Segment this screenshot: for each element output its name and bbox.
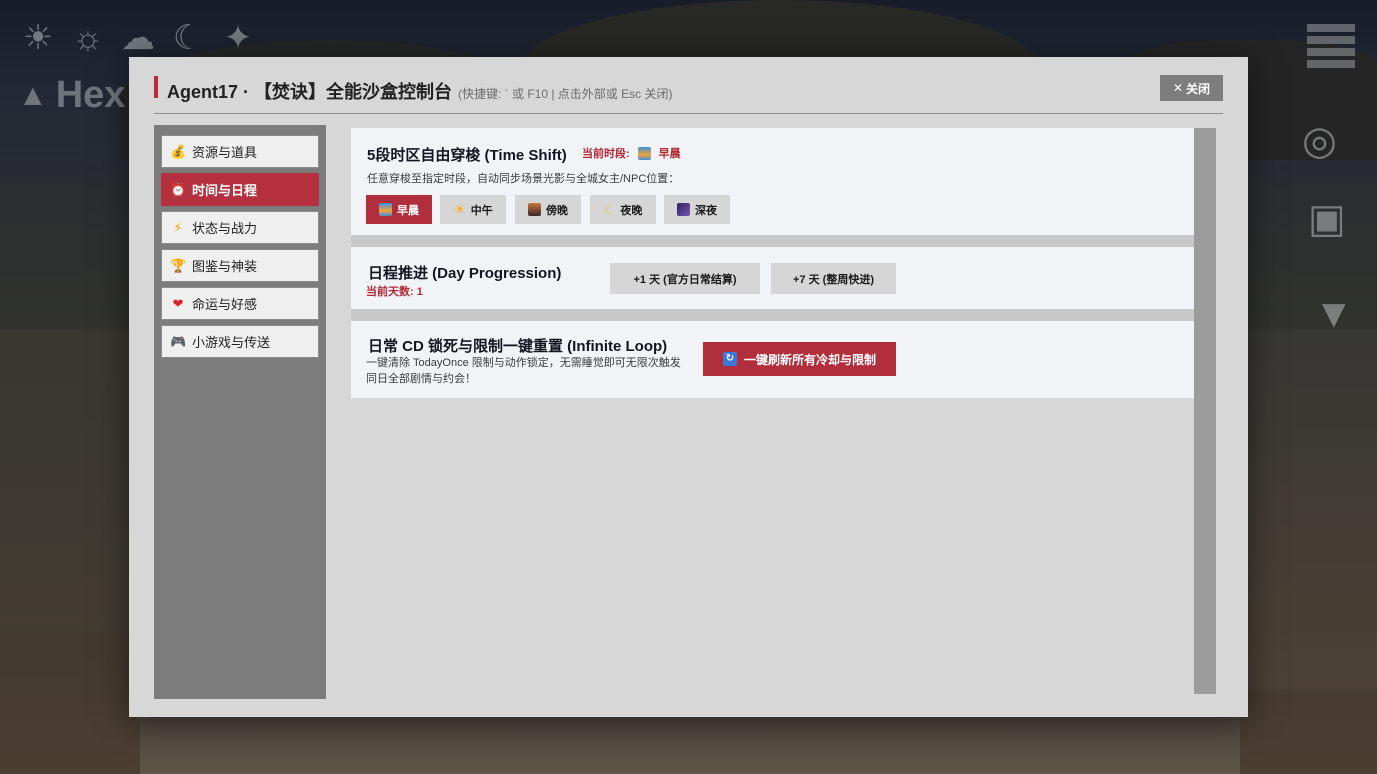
- time-button-night[interactable]: ☾ 夜晚: [590, 195, 656, 224]
- trophy-icon: 🏆: [170, 257, 187, 273]
- sandbox-console-modal: Agent17 · 【焚诀】全能沙盒控制台 (快捷键: ` 或 F10 | 点击外…: [129, 57, 1248, 717]
- day-progression-card: 日程推进 (Day Progression) 当前天数: 1 +1 天 (官方日…: [351, 247, 1194, 309]
- city-dusk-icon: [528, 203, 541, 216]
- money-bag-icon: 💰: [170, 143, 187, 159]
- infinite-loop-card: 日常 CD 锁死与限制一键重置 (Infinite Loop) 一键清除 Tod…: [351, 321, 1194, 398]
- advance-seven-days-button[interactable]: +7 天 (整周快进): [771, 263, 896, 294]
- binoculars-icon[interactable]: ◎: [1302, 118, 1337, 164]
- map-pin-icon[interactable]: ▼: [1314, 292, 1354, 337]
- close-label: 关闭: [1186, 81, 1211, 96]
- sidebar-item-label: 命运与好感: [192, 297, 258, 312]
- sunrise-icon: [379, 203, 392, 216]
- close-icon: ✕: [1172, 81, 1184, 95]
- current-period-label: 当前时段:: [582, 148, 630, 160]
- close-button[interactable]: ✕ 关闭: [1160, 75, 1223, 101]
- current-day: 当前天数: 1: [366, 283, 423, 299]
- reset-cooldowns-label: 一键刷新所有冷却与限制: [743, 352, 876, 367]
- refresh-icon: ↻: [722, 352, 737, 366]
- night-sky-icon: [677, 203, 690, 216]
- current-day-label: 当前天数:: [366, 286, 414, 298]
- mountain-icon: ▲: [18, 78, 48, 112]
- infinite-loop-title: 日常 CD 锁死与限制一键重置 (Infinite Loop): [368, 338, 668, 355]
- sun-icon: ☀: [453, 201, 466, 217]
- time-button-noon[interactable]: ☀ 中午: [440, 195, 506, 224]
- time-shift-description: 任意穿梭至指定时段，自动同步场景光影与全城女主/NPC位置：: [367, 173, 680, 185]
- content-scrollbar[interactable]: [1194, 128, 1216, 694]
- time-shift-card: 5段时区自由穿梭 (Time Shift) 当前时段: 早晨 任意穿梭至指定时段…: [351, 128, 1194, 235]
- location-title: ▲ Hex: [18, 74, 125, 117]
- time-button-morning[interactable]: 早晨: [366, 195, 432, 224]
- day-progression-title: 日程推进 (Day Progression): [368, 265, 562, 282]
- time-of-day-hud: ☀ ☼ ☁ ☾ ✦: [18, 18, 258, 58]
- sunrise-icon[interactable]: ☀: [18, 18, 58, 58]
- time-button-label: 早晨: [397, 204, 419, 217]
- time-button-label: 傍晚: [546, 204, 568, 217]
- sidebar-item-label: 时间与日程: [192, 183, 258, 198]
- sidebar-item-label: 小游戏与传送: [192, 335, 271, 350]
- sidebar-item-time-schedule[interactable]: ⏰ 时间与日程: [161, 173, 319, 206]
- lightning-icon: ⚡: [173, 219, 183, 235]
- time-button-label: 深夜: [695, 204, 717, 217]
- infinite-loop-description: 一键清除 TodayOnce 限制与动作锁定，无需睡觉即可无限次触发同日全部剧情…: [366, 357, 681, 385]
- sidebar-item-minigames-teleport[interactable]: 🎮 小游戏与传送: [161, 325, 319, 358]
- modal-title: Agent17 · 【焚诀】全能沙盒控制台 (快捷键: ` 或 F10 | 点击外…: [167, 78, 672, 104]
- current-period: 当前时段: 早晨: [582, 145, 681, 161]
- content-panel: 5段时区自由穿梭 (Time Shift) 当前时段: 早晨 任意穿梭至指定时段…: [351, 128, 1194, 694]
- sunrise-icon: [637, 146, 651, 160]
- shortcut-hint: (快捷键: ` 或 F10 | 点击外部或 Esc 关闭): [458, 87, 673, 101]
- sidebar-item-label: 资源与道具: [192, 145, 258, 160]
- gamepad-icon: 🎮: [170, 333, 187, 349]
- sunset-icon[interactable]: ☁: [118, 18, 158, 58]
- time-shift-title: 5段时区自由穿梭 (Time Shift): [367, 147, 567, 164]
- sidebar-item-codex-gear[interactable]: 🏆 图鉴与神装: [161, 249, 319, 282]
- time-button-evening[interactable]: 傍晚: [515, 195, 581, 224]
- moon-icon[interactable]: ☾: [168, 18, 208, 58]
- time-button-label: 夜晚: [620, 204, 643, 217]
- star-icon[interactable]: ✦: [218, 18, 258, 58]
- heart-icon: ❤: [172, 295, 184, 311]
- modal-title-text: Agent17 · 【焚诀】全能沙盒控制台: [167, 82, 453, 102]
- sidebar-item-label: 图鉴与神装: [192, 259, 258, 274]
- sidebar-item-fate-affection[interactable]: ❤ 命运与好感: [161, 287, 319, 320]
- modal-header: Agent17 · 【焚诀】全能沙盒控制台 (快捷键: ` 或 F10 | 点击外…: [154, 75, 1223, 114]
- sun-icon[interactable]: ☼: [68, 18, 108, 58]
- current-period-value: 早晨: [658, 148, 681, 160]
- current-day-value: 1: [416, 286, 423, 298]
- reset-cooldowns-button[interactable]: ↻ 一键刷新所有冷却与限制: [703, 342, 896, 376]
- minimap-menu[interactable]: [1307, 24, 1355, 68]
- sidebar-item-status-power[interactable]: ⚡ 状态与战力: [161, 211, 319, 244]
- time-button-late-night[interactable]: 深夜: [664, 195, 730, 224]
- location-name: Hex: [55, 74, 126, 116]
- sidebar: 💰 资源与道具 ⏰ 时间与日程 ⚡ 状态与战力 🏆 图鉴与神装 ❤ 命运与好感 …: [154, 125, 326, 699]
- header-accent-bar: [154, 76, 158, 98]
- advance-one-day-button[interactable]: +1 天 (官方日常结算): [610, 263, 760, 294]
- time-button-label: 中午: [470, 204, 493, 217]
- crescent-moon-icon: ☾: [603, 201, 616, 217]
- sidebar-item-resources[interactable]: 💰 资源与道具: [161, 135, 319, 168]
- lock-icon[interactable]: ▣: [1308, 196, 1346, 242]
- sidebar-item-label: 状态与战力: [192, 221, 258, 236]
- alarm-clock-icon: ⏰: [170, 181, 187, 197]
